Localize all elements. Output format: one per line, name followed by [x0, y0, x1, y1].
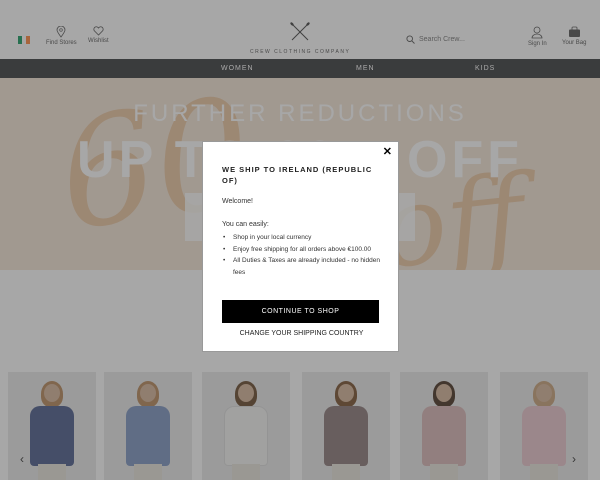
change-shipping-country-link[interactable]: CHANGE YOUR SHIPPING COUNTRY [203, 330, 400, 337]
shipping-modal: ✕ WE SHIP TO IRELAND (REPUBLIC OF) Welco… [202, 141, 399, 352]
list-item: Enjoy free shipping for all orders above… [222, 244, 382, 256]
modal-intro: You can easily: [222, 221, 269, 228]
modal-welcome: Welcome! [222, 198, 253, 205]
continue-to-shop-button[interactable]: CONTINUE TO SHOP [222, 300, 379, 323]
modal-title: WE SHIP TO IRELAND (REPUBLIC OF) [222, 165, 373, 185]
list-item: Shop in your local currency [222, 232, 382, 244]
close-icon[interactable]: ✕ [383, 145, 392, 158]
list-item: All Duties & Taxes are already included … [222, 255, 382, 278]
benefits-list: Shop in your local currency Enjoy free s… [222, 232, 382, 278]
